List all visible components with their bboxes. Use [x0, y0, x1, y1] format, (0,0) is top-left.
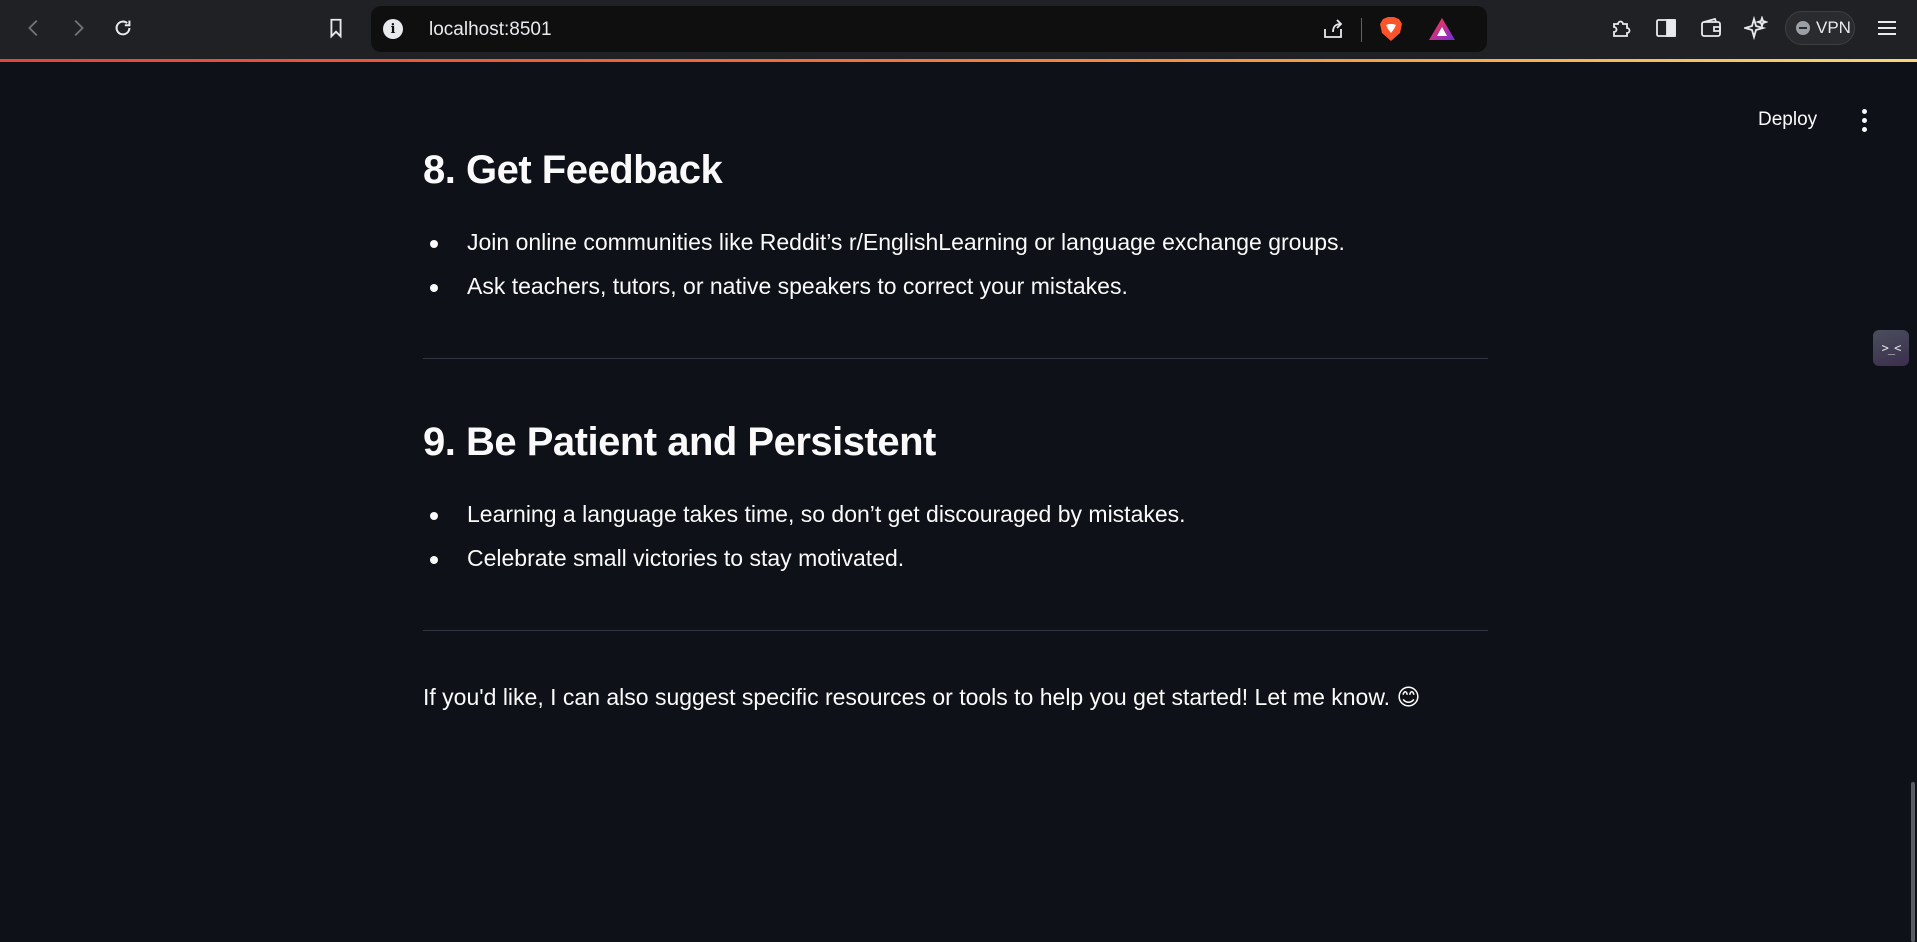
forward-arrow-icon[interactable] — [62, 12, 94, 44]
bullet-list: Learning a language takes time, so don’t… — [423, 497, 1186, 585]
hamburger-icon[interactable] — [1873, 14, 1901, 42]
side-widget-button[interactable]: >_< — [1873, 330, 1909, 366]
section-heading: 8. Get Feedback — [423, 148, 723, 192]
section-heading: 9. Be Patient and Persistent — [423, 420, 936, 464]
omnibox-separator — [1361, 18, 1362, 42]
vpn-button[interactable]: VPN — [1785, 11, 1855, 45]
address-bar[interactable]: i localhost:8501 — [371, 6, 1487, 52]
info-icon[interactable]: i — [383, 19, 403, 39]
brave-lion-icon[interactable] — [1377, 15, 1405, 43]
list-item: Ask teachers, tutors, or native speakers… — [423, 269, 1345, 313]
list-item: Join online communities like Reddit’s r/… — [423, 225, 1345, 269]
list-item: Celebrate small victories to stay motiva… — [423, 541, 1186, 585]
vpn-label: VPN — [1816, 18, 1851, 37]
closing-paragraph: If you'd like, I can also suggest specif… — [423, 684, 1421, 710]
wallet-icon[interactable] — [1697, 14, 1725, 42]
address-url[interactable]: localhost:8501 — [429, 19, 552, 41]
vpn-status-icon — [1796, 21, 1810, 35]
sidebar-panel-icon[interactable] — [1652, 14, 1680, 42]
browser-toolbar: i localhost:8501 VPN — [0, 0, 1917, 60]
kebab-dot-icon — [1861, 117, 1867, 123]
app-viewport: Deploy >_< 8. Get Feedback Join online c… — [0, 62, 1917, 942]
divider — [423, 358, 1488, 359]
kebab-dot-icon — [1861, 126, 1867, 132]
scrollbar-thumb[interactable] — [1911, 782, 1915, 942]
brave-rewards-triangle-icon[interactable] — [1428, 16, 1456, 42]
main-menu-button[interactable] — [1848, 102, 1880, 138]
reload-icon[interactable] — [107, 12, 139, 44]
list-item: Learning a language takes time, so don’t… — [423, 497, 1186, 541]
deploy-button[interactable]: Deploy — [1744, 102, 1831, 138]
kebab-dot-icon — [1861, 108, 1867, 114]
puzzle-icon[interactable] — [1607, 14, 1635, 42]
bullet-list: Join online communities like Reddit’s r/… — [423, 225, 1345, 313]
share-icon[interactable] — [1321, 17, 1345, 41]
divider — [423, 630, 1488, 631]
bookmark-icon[interactable] — [320, 12, 352, 44]
sparkle-icon[interactable] — [1742, 14, 1770, 42]
back-arrow-icon[interactable] — [18, 12, 50, 44]
